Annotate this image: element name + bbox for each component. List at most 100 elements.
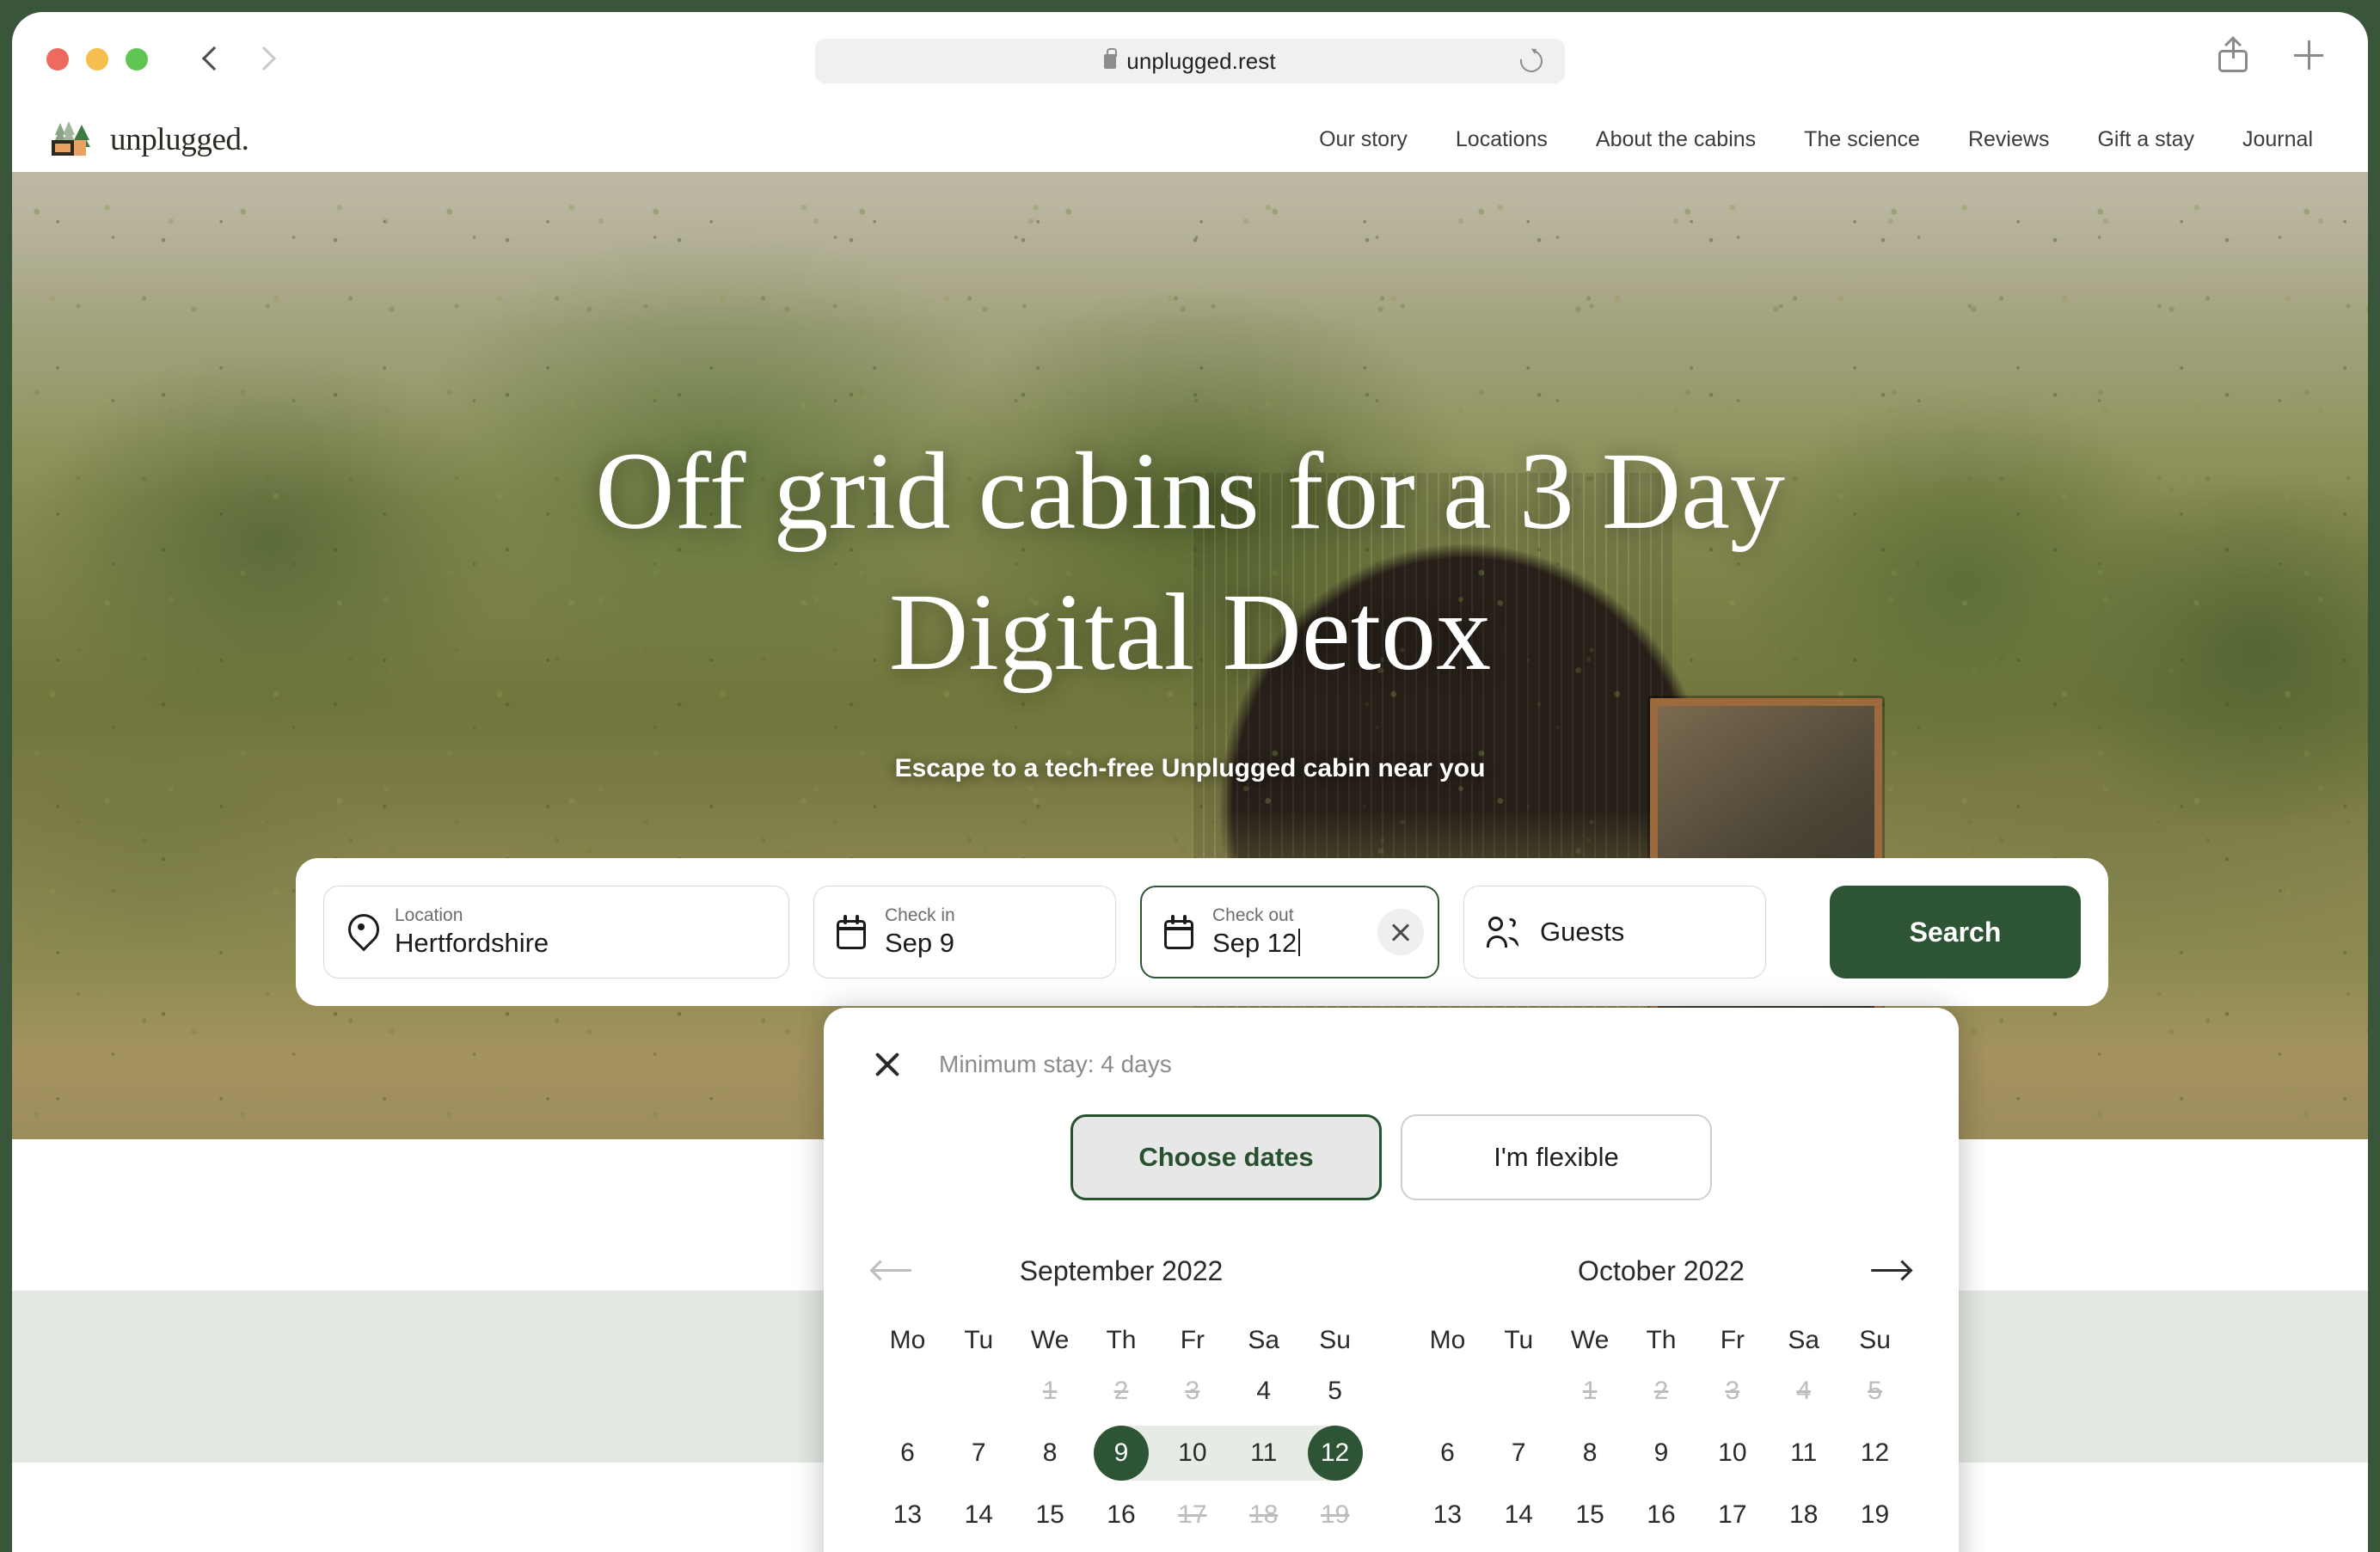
nav-item-the-science[interactable]: The science: [1804, 127, 1920, 152]
calendar-day-13[interactable]: 13: [880, 1488, 935, 1543]
calendar-day-16[interactable]: 16: [1634, 1488, 1689, 1543]
calendar-day-19[interactable]: 19: [1848, 1488, 1903, 1543]
calendar-day-19: 19: [1320, 1500, 1350, 1529]
calendar-day-12[interactable]: 12: [1307, 1426, 1363, 1481]
close-icon[interactable]: [872, 1049, 903, 1080]
calendar-day-10[interactable]: 10: [1165, 1426, 1220, 1481]
brand-logo[interactable]: unplugged.: [48, 121, 249, 158]
arrow-left-icon[interactable]: [869, 1256, 913, 1285]
calendar-cell: 25: [1768, 1546, 1839, 1552]
calendar-day-4[interactable]: 4: [1236, 1364, 1291, 1419]
calendar-day-7[interactable]: 7: [951, 1426, 1006, 1481]
location-pin-icon: [347, 914, 376, 950]
browser-window: unplugged.rest unplugged. Our story Loca…: [12, 12, 2368, 1552]
calendar-day-6[interactable]: 6: [880, 1426, 935, 1481]
text-cursor: [1298, 928, 1301, 956]
address-bar[interactable]: unplugged.rest: [815, 39, 1565, 83]
calendar-day-3: 3: [1185, 1377, 1200, 1405]
calendar-day-16[interactable]: 16: [1094, 1488, 1149, 1543]
calendar-day-17[interactable]: 17: [1705, 1488, 1760, 1543]
im-flexible-button[interactable]: I'm flexible: [1401, 1114, 1712, 1200]
maximize-window-button[interactable]: [126, 48, 148, 71]
reload-icon[interactable]: [1515, 45, 1548, 77]
calendar-cell: 6: [1412, 1422, 1483, 1484]
calendar-cell: 22: [1555, 1546, 1626, 1552]
location-field-value: Hertfordshire: [395, 927, 549, 958]
browser-navigation: [198, 45, 279, 74]
check-in-field[interactable]: Check in Sep 9: [813, 886, 1116, 978]
calendar-icon: [837, 915, 866, 949]
calendar-cell: 7: [943, 1422, 1015, 1484]
calendar-cell: 23: [1086, 1546, 1157, 1552]
forward-button[interactable]: [249, 45, 279, 74]
calendar-cell-empty: [943, 1360, 1015, 1422]
nav-item-our-story[interactable]: Our story: [1319, 127, 1408, 152]
close-window-button[interactable]: [46, 48, 69, 71]
choose-dates-button[interactable]: Choose dates: [1070, 1114, 1382, 1200]
nav-item-reviews[interactable]: Reviews: [1968, 127, 2049, 152]
calendar-day-14[interactable]: 14: [951, 1488, 1006, 1543]
window-controls: [46, 48, 148, 71]
calendar-cell: 8: [1555, 1422, 1626, 1484]
calendar-day-4: 4: [1796, 1377, 1812, 1405]
check-in-field-label: Check in: [885, 905, 955, 925]
calendar-day-11[interactable]: 11: [1776, 1426, 1831, 1481]
calendar-cell: 26: [1299, 1546, 1371, 1552]
calendar-day-9[interactable]: 9: [1634, 1426, 1689, 1481]
calendar-cell: 13: [872, 1484, 943, 1546]
calendar-day-7[interactable]: 7: [1491, 1426, 1546, 1481]
guests-field[interactable]: Guests: [1463, 886, 1766, 978]
nav-item-journal[interactable]: Journal: [2242, 127, 2313, 152]
check-out-field-value: Sep 12: [1212, 927, 1297, 958]
share-icon[interactable]: [2218, 38, 2248, 72]
calendar-day-8[interactable]: 8: [1022, 1426, 1077, 1481]
location-field[interactable]: Location Hertfordshire: [323, 886, 789, 978]
nav-item-about-the-cabins[interactable]: About the cabins: [1596, 127, 1756, 152]
nav-item-gift-a-stay[interactable]: Gift a stay: [2097, 127, 2194, 152]
check-out-field[interactable]: Check out Sep 12: [1140, 886, 1439, 978]
desktop-background: unplugged.rest unplugged. Our story Loca…: [0, 0, 2380, 1552]
minimum-stay-text: Minimum stay: 4 days: [939, 1051, 1172, 1077]
calendar-cell: 12: [1839, 1422, 1911, 1484]
calendar-day-15[interactable]: 15: [1022, 1488, 1077, 1543]
calendar-day-14[interactable]: 14: [1491, 1488, 1546, 1543]
nav-item-locations[interactable]: Locations: [1456, 127, 1548, 152]
calendar-day-13[interactable]: 13: [1420, 1488, 1475, 1543]
hero-title-line-2: Digital Detox: [888, 570, 1492, 693]
calendar-cell: 21: [943, 1546, 1015, 1552]
calendar-day-9[interactable]: 9: [1093, 1426, 1149, 1481]
calendar-cell: 23: [1626, 1546, 1697, 1552]
calendar-cell: 9: [1626, 1422, 1697, 1484]
calendar-day-1: 1: [1042, 1377, 1058, 1405]
search-button[interactable]: Search: [1830, 886, 2081, 978]
calendar-cell: 20: [872, 1546, 943, 1552]
calendar-day-18[interactable]: 18: [1776, 1488, 1831, 1543]
calendar-day-8[interactable]: 8: [1562, 1426, 1617, 1481]
calendar-day-11[interactable]: 11: [1236, 1426, 1291, 1481]
calendar-cell: 17: [1156, 1484, 1228, 1546]
minimize-window-button[interactable]: [86, 48, 108, 71]
calendar-cell: 14: [943, 1484, 1015, 1546]
plus-icon[interactable]: [2294, 40, 2323, 70]
calendar-cell: 11: [1768, 1422, 1839, 1484]
calendar-cell: 8: [1015, 1422, 1086, 1484]
calendar-cell: 9: [1086, 1422, 1157, 1484]
arrow-right-icon[interactable]: [1869, 1256, 1913, 1285]
calendar-cell: 16: [1626, 1484, 1697, 1546]
calendar-day-12[interactable]: 12: [1848, 1426, 1903, 1481]
calendar-day-15[interactable]: 15: [1562, 1488, 1617, 1543]
calendar-cell: 24: [1156, 1546, 1228, 1552]
weekday-mo: Mo: [1429, 1326, 1466, 1354]
clear-check-out-button[interactable]: [1377, 909, 1424, 955]
calendar-day-6[interactable]: 6: [1420, 1426, 1475, 1481]
calendar-month-september: September 2022 Mo Tu We Th Fr Sa Su 1 2 …: [869, 1247, 1371, 1552]
calendar-day-5[interactable]: 5: [1308, 1364, 1363, 1419]
check-out-field-label: Check out: [1212, 905, 1294, 925]
calendar-cell: 1: [1555, 1360, 1626, 1422]
calendar-day-2: 2: [1653, 1377, 1669, 1405]
calendar-cell: 13: [1412, 1484, 1483, 1546]
calendar-day-grid: 1234567891011121314151617181920212223242…: [872, 1360, 1371, 1552]
calendar-day-10[interactable]: 10: [1705, 1426, 1760, 1481]
back-button[interactable]: [198, 45, 227, 74]
calendar-day-1: 1: [1582, 1377, 1598, 1405]
